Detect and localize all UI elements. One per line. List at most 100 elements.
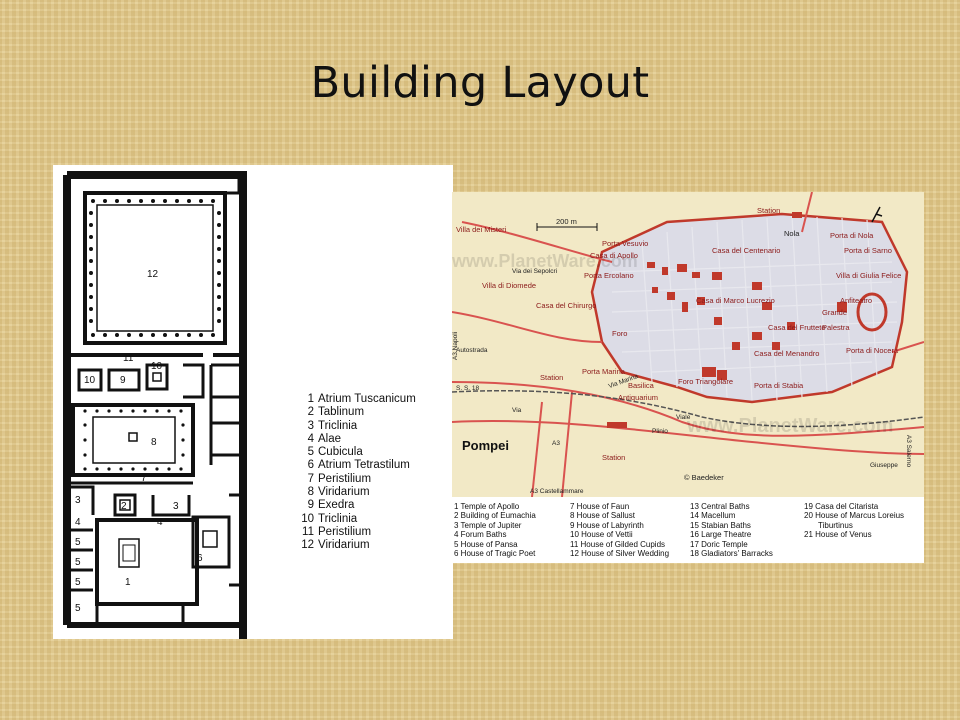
map-label-casa-centenario: Casa del Centenario	[712, 246, 781, 255]
map-legend-item: 11 House of Gilded Cupids	[570, 539, 666, 549]
room-number-9: 9	[120, 375, 126, 386]
map-label-casa-menandro: Casa del Menandro	[754, 349, 820, 358]
map-legend-item: 18 Gladiators' Barracks	[690, 549, 773, 559]
map-legend-item: 2 Building of Eumachia	[454, 511, 536, 521]
map-title: Pompei	[462, 438, 509, 453]
room-number-4b: 4	[157, 517, 163, 528]
legend-item: 5 Cubicula	[307, 446, 363, 459]
map-label-station-left: Station	[540, 373, 564, 382]
room-number-5d: 5	[75, 603, 81, 614]
room-number-6: 6	[197, 553, 203, 564]
map-publisher: © Baedeker	[684, 473, 724, 482]
map-legend-item: 3 Temple of Jupiter	[454, 520, 522, 530]
map-label-station-bottom: Station	[602, 453, 626, 462]
map-label-ss18: S. S. 18	[456, 385, 480, 392]
room-number-12: 12	[147, 269, 159, 280]
legend-item: 3 Triclinia	[307, 419, 358, 432]
map-legend-item: 9 House of Labyrinth	[570, 520, 644, 530]
map-area: www.PlanetWare.com www.PlanetWare.com 20…	[452, 192, 924, 497]
room-number-3b: 3	[173, 501, 179, 512]
legend-item: 4 Alae	[307, 432, 342, 445]
room-number-10b: 10	[151, 361, 163, 372]
room-number-4a: 4	[75, 517, 81, 528]
map-legend-item: Tiburtinus	[818, 520, 853, 530]
room-number-5c: 5	[75, 577, 81, 588]
pompeii-map-image: www.PlanetWare.com www.PlanetWare.com 20…	[452, 192, 924, 563]
map-legend-item: 12 House of Silver Wedding	[570, 549, 670, 559]
map-label-porta-stabia: Porta di Stabia	[754, 381, 804, 390]
map-label-foro: Foro	[612, 329, 628, 338]
map-legend-item: 4 Forum Baths	[454, 530, 507, 540]
map-label-a3-castellammare: A3 Castellammare	[530, 488, 584, 495]
map-legend-item: 5 House of Pansa	[454, 539, 518, 549]
floor-plan-legend: 1 Atrium Tuscanicum 2 Tablinum 3 Triclinia …	[300, 393, 416, 553]
map-label-anfiteatro: Anfiteatro	[840, 296, 873, 305]
map-label-villa-diomede: Villa di Diomede	[482, 281, 537, 290]
legend-item: 8 Viridarium	[307, 486, 370, 499]
legend-item: 10 Triclinia	[301, 512, 358, 525]
map-scale-label: 200 m	[556, 217, 577, 226]
map-label-palestra: Palestra	[822, 323, 850, 332]
room-number-3a: 3	[75, 495, 81, 506]
map-legend-item: 21 House of Venus	[804, 530, 872, 540]
map-legend-item: 19 Casa del Citarista	[804, 502, 879, 511]
map-label-autostrada: Autostrada	[456, 347, 488, 354]
map-label-antiquarium: Antiquarium	[618, 393, 659, 402]
map-label-porta-marina: Porta Marina	[582, 367, 625, 376]
room-number-8: 8	[151, 437, 157, 448]
map-legend-item: 20 House of Marcus Loreius	[804, 511, 905, 521]
map-label-porta-vesuvio: Porta Vesuvio	[602, 239, 649, 248]
slide-title: Building Layout	[310, 58, 650, 108]
map-label-porta-nocera: Porta di Nocera	[846, 346, 899, 355]
floor-plan-image: 12 11 10 9 10 8 7 3 2 3 4 4 5 5 5 5 1 6 …	[53, 165, 453, 639]
map-label-porta-nola: Porta di Nola	[830, 231, 874, 240]
map-label-grande: Grande	[822, 308, 848, 317]
legend-item: 2 Tablinum	[307, 406, 365, 419]
map-legend-item: 15 Stabian Baths	[690, 520, 751, 530]
map-label-casa-marco: Casa di Marco Lucrezio	[696, 296, 775, 305]
map-label-a3: A3	[552, 440, 560, 447]
map-label-giuseppe: Giuseppe	[870, 462, 898, 469]
legend-item: 9 Exedra	[307, 499, 355, 512]
legend-item: 7 Peristilium	[307, 472, 372, 485]
map-label-viale: Viale	[676, 414, 691, 421]
map-legend-item: 17 Doric Temple	[690, 539, 748, 549]
map-label-porta-ercolano: Porta Ercolano	[584, 271, 634, 280]
map-legend-item: 13 Central Baths	[690, 502, 750, 511]
colonnade-dots	[83, 199, 221, 471]
map-legend-item: 16 Large Theatre	[690, 530, 752, 540]
map-legend-column-2: 7 House of Faun 8 House of Sallust 9 Hou…	[570, 502, 669, 558]
map-label-a3-salerno: A3 Salerno	[905, 434, 913, 468]
room-number-1: 1	[125, 577, 131, 588]
map-legend-item: 8 House of Sallust	[570, 511, 635, 521]
map-label-station-top: Station	[757, 206, 781, 215]
map-label-foro-triangolare: Foro Triangolare	[678, 377, 734, 386]
map-legend-item: 14 Macellum	[690, 511, 736, 521]
map-label-casa-frutteto: Casa del Frutteto	[768, 323, 826, 332]
map-label-a3-napoli: A3 Napoli	[452, 331, 460, 361]
legend-item: 11 Peristilium	[302, 525, 372, 538]
map-legend-column-4: 19 Casa del Citarista 20 House of Marcus…	[804, 502, 904, 540]
room-number-11: 11	[123, 353, 134, 364]
map-label-villa-misteri: Villa dei Misteri	[456, 225, 507, 234]
map-label-casa-chirurgo: Casa del Chirurgo	[536, 301, 597, 310]
map-label-via: Via	[512, 407, 522, 414]
watermark-bottom: www.PlanetWare.com	[686, 415, 893, 437]
room-number-2: 2	[121, 501, 127, 512]
legend-item: 12 Viridarium	[301, 539, 370, 552]
map-legend-column-1: 1 Temple of Apollo 2 Building of Eumachi…	[454, 502, 536, 558]
map-label-via-sepolcri: Via dei Sepolcri	[512, 268, 558, 275]
map-legend-column-3: 13 Central Baths 14 Macellum 15 Stabian …	[690, 502, 773, 558]
map-label-plinio: Plinio	[652, 428, 668, 435]
map-label-nola: Nola	[784, 229, 800, 238]
legend-item: 6 Atrium Tetrastilum	[307, 459, 410, 472]
legend-item: 1 Atrium Tuscanicum	[307, 393, 416, 405]
map-legend-item: 6 House of Tragic Poet	[454, 549, 536, 559]
map-legend-item: 10 House of Vettii	[570, 530, 633, 540]
room-number-7: 7	[141, 473, 147, 484]
map-legend-item: 7 House of Faun	[570, 502, 630, 511]
north-arrow-icon	[871, 206, 883, 223]
room-number-5a: 5	[75, 537, 81, 548]
map-legend: 1 Temple of Apollo 2 Building of Eumachi…	[452, 500, 924, 563]
room-number-10a: 10	[84, 375, 96, 386]
